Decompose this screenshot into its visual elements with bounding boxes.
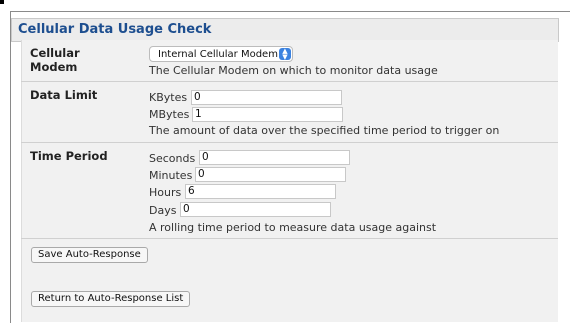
modem-select[interactable]: Internal Cellular Modem ▲ ▼ <box>149 46 293 62</box>
row-divider <box>21 238 558 239</box>
chevron-updown-icon: ▲ ▼ <box>279 48 291 61</box>
modem-help: The Cellular Modem on which to monitor d… <box>149 64 438 77</box>
minutes-input[interactable]: 0 <box>195 167 346 182</box>
hours-label: Hours <box>149 186 182 199</box>
seconds-label: Seconds <box>149 152 196 165</box>
mbytes-input[interactable]: 1 <box>192 107 343 122</box>
days-input[interactable]: 0 <box>180 202 331 217</box>
section-title: Cellular Data Usage Check <box>18 22 212 37</box>
row-divider <box>21 142 558 143</box>
kbytes-input[interactable]: 0 <box>191 90 342 105</box>
mbytes-label: MBytes <box>149 108 190 121</box>
modem-select-value: Internal Cellular Modem <box>158 49 278 60</box>
row-divider <box>21 81 558 82</box>
seconds-input[interactable]: 0 <box>199 150 350 165</box>
minutes-label: Minutes <box>149 169 193 182</box>
section-header: Cellular Data Usage Check <box>11 18 559 42</box>
return-button[interactable]: Return to Auto-Response List <box>31 291 191 307</box>
modem-label: Cellular Modem <box>30 46 80 74</box>
days-label: Days <box>149 204 177 217</box>
save-button[interactable]: Save Auto-Response <box>31 247 148 263</box>
data-limit-help: The amount of data over the specified ti… <box>149 124 500 137</box>
window-corner <box>0 0 4 4</box>
kbytes-label: KBytes <box>149 91 188 104</box>
data-limit-label: Data Limit <box>30 88 98 102</box>
hours-input[interactable]: 6 <box>185 184 336 199</box>
time-period-help: A rolling time period to measure data us… <box>149 221 437 234</box>
time-period-label: Time Period <box>30 149 108 163</box>
